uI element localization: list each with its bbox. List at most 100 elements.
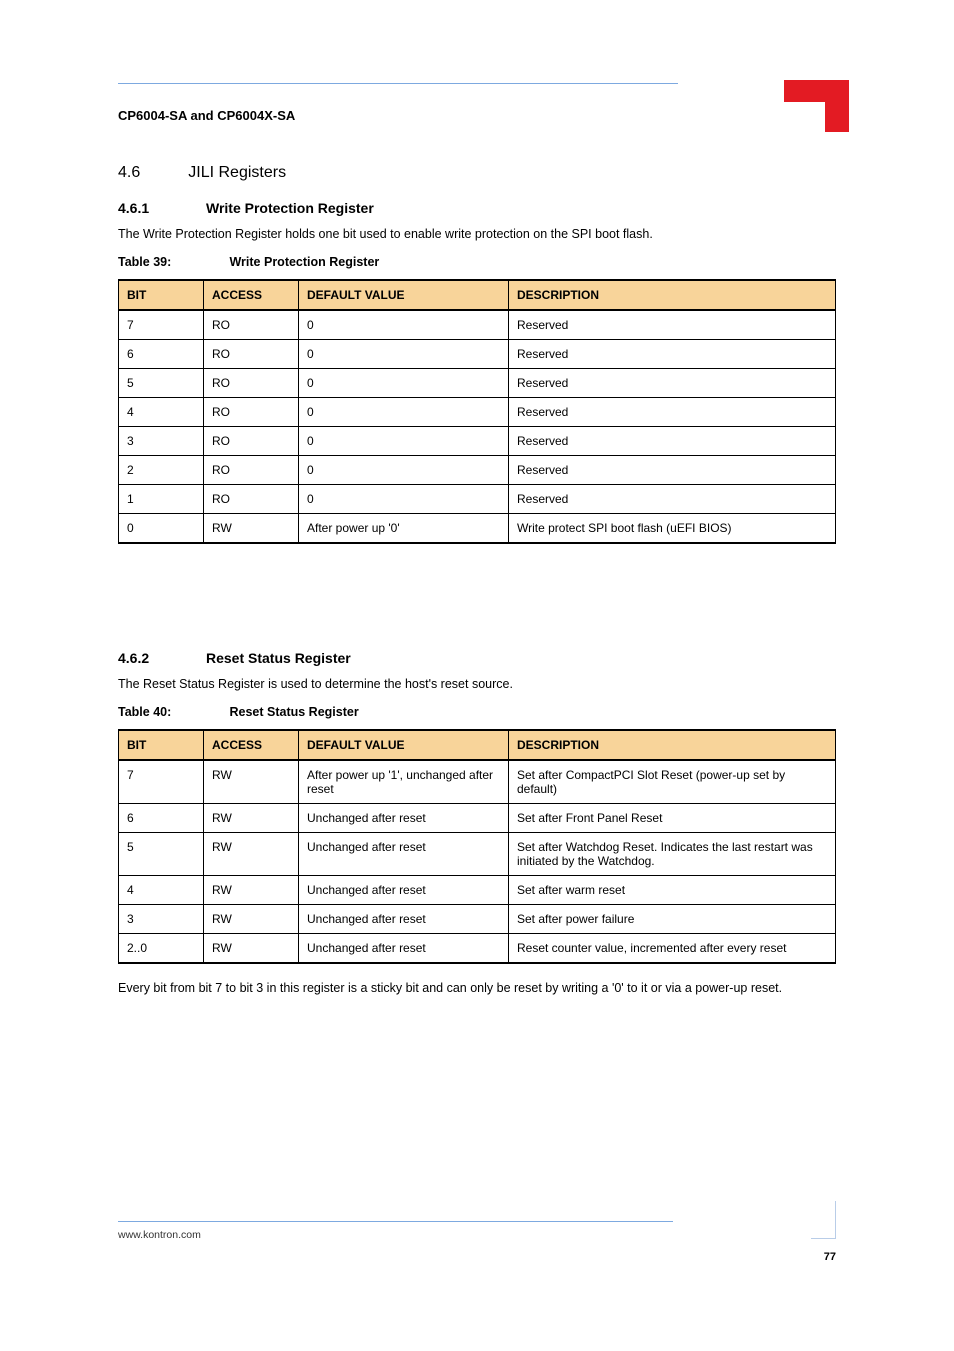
col-header-bit: BIT <box>119 280 204 310</box>
cell-def: Unchanged after reset <box>299 904 509 933</box>
cell-access: RW <box>204 904 299 933</box>
subsection-number: 4.6.2 <box>118 650 166 666</box>
subsection-title: Reset Status Register <box>206 650 351 666</box>
table-row: 3RO0Reserved <box>119 426 836 455</box>
col-header-description: DESCRIPTION <box>509 280 836 310</box>
footer-rule <box>118 1221 673 1222</box>
cell-desc: Reserved <box>509 455 836 484</box>
col-header-bit: BIT <box>119 730 204 760</box>
cell-bit: 2 <box>119 455 204 484</box>
table-caption-prefix: Table 39: <box>118 255 226 269</box>
cell-bit: 5 <box>119 368 204 397</box>
table-row: 0RWAfter power up '0'Write protect SPI b… <box>119 513 836 543</box>
page-number: 77 <box>824 1251 836 1263</box>
table-row: 4RWUnchanged after resetSet after warm r… <box>119 875 836 904</box>
table-row: 6RWUnchanged after resetSet after Front … <box>119 803 836 832</box>
cell-desc: Set after warm reset <box>509 875 836 904</box>
table-caption-title: Reset Status Register <box>229 705 358 719</box>
table-caption-prefix: Table 40: <box>118 705 226 719</box>
cell-desc: Set after power failure <box>509 904 836 933</box>
section-heading: 4.6 JILI Registers <box>118 164 836 182</box>
cell-desc: Reserved <box>509 339 836 368</box>
cell-bit: 7 <box>119 760 204 804</box>
cell-access: RO <box>204 310 299 340</box>
section-title: JILI Registers <box>188 164 286 182</box>
cell-bit: 6 <box>119 339 204 368</box>
subsection-heading: 4.6.2 Reset Status Register <box>118 650 836 666</box>
section-number: 4.6 <box>118 164 140 182</box>
running-head: CP6004-SA and CP6004X-SA <box>118 108 295 123</box>
cell-def: After power up '0' <box>299 513 509 543</box>
footer-left: www.kontron.com <box>118 1229 201 1241</box>
cell-def: 0 <box>299 426 509 455</box>
cell-bit: 4 <box>119 397 204 426</box>
cell-desc: Reserved <box>509 368 836 397</box>
table-row: 7RO0Reserved <box>119 310 836 340</box>
cell-bit: 0 <box>119 513 204 543</box>
cell-access: RW <box>204 803 299 832</box>
brand-bar-vertical <box>825 80 849 132</box>
subsection-note: Every bit from bit 7 to bit 3 in this re… <box>118 980 836 997</box>
table-row: 4RO0Reserved <box>119 397 836 426</box>
table-row: 1RO0Reserved <box>119 484 836 513</box>
table-caption-title: Write Protection Register <box>229 255 379 269</box>
cell-bit: 6 <box>119 803 204 832</box>
cell-desc: Reserved <box>509 484 836 513</box>
col-header-description: DESCRIPTION <box>509 730 836 760</box>
table-caption: Table 40: Reset Status Register <box>118 705 836 719</box>
table-header-row: BIT ACCESS DEFAULT VALUE DESCRIPTION <box>119 730 836 760</box>
cell-def: After power up '1', unchanged after rese… <box>299 760 509 804</box>
table-row: 2..0RWUnchanged after resetReset counter… <box>119 933 836 963</box>
subsection-number: 4.6.1 <box>118 200 166 216</box>
cell-access: RO <box>204 339 299 368</box>
cell-access: RW <box>204 933 299 963</box>
table-caption: Table 39: Write Protection Register <box>118 255 836 269</box>
cell-desc: Reserved <box>509 310 836 340</box>
cell-access: RW <box>204 832 299 875</box>
cell-access: RW <box>204 760 299 804</box>
col-header-default: DEFAULT VALUE <box>299 280 509 310</box>
cell-access: RO <box>204 397 299 426</box>
cell-def: Unchanged after reset <box>299 875 509 904</box>
cell-access: RW <box>204 513 299 543</box>
cell-access: RW <box>204 875 299 904</box>
header-rule <box>118 83 678 84</box>
subsection-title: Write Protection Register <box>206 200 374 216</box>
subsection-heading: 4.6.1 Write Protection Register <box>118 200 836 216</box>
cell-bit: 2..0 <box>119 933 204 963</box>
table-row: 7RWAfter power up '1', unchanged after r… <box>119 760 836 804</box>
cell-desc: Reserved <box>509 426 836 455</box>
cell-desc: Write protect SPI boot flash (uEFI BIOS) <box>509 513 836 543</box>
cell-desc: Set after Watchdog Reset. Indicates the … <box>509 832 836 875</box>
cell-desc: Reset counter value, incremented after e… <box>509 933 836 963</box>
footer: www.kontron.com <box>118 1229 836 1241</box>
cell-bit: 4 <box>119 875 204 904</box>
col-header-access: ACCESS <box>204 730 299 760</box>
cell-def: Unchanged after reset <box>299 832 509 875</box>
cell-def: 0 <box>299 339 509 368</box>
table-row: 2RO0Reserved <box>119 455 836 484</box>
cell-def: Unchanged after reset <box>299 933 509 963</box>
cell-bit: 3 <box>119 904 204 933</box>
cell-access: RO <box>204 426 299 455</box>
cell-def: 0 <box>299 455 509 484</box>
table-row: 6RO0Reserved <box>119 339 836 368</box>
col-header-default: DEFAULT VALUE <box>299 730 509 760</box>
cell-access: RO <box>204 368 299 397</box>
brand-mark <box>774 80 849 135</box>
cell-desc: Reserved <box>509 397 836 426</box>
cell-def: 0 <box>299 310 509 340</box>
cell-def: 0 <box>299 397 509 426</box>
subsection-paragraph: The Reset Status Register is used to det… <box>118 676 836 693</box>
table-row: 3RWUnchanged after resetSet after power … <box>119 904 836 933</box>
cell-bit: 1 <box>119 484 204 513</box>
cell-desc: Set after CompactPCI Slot Reset (power-u… <box>509 760 836 804</box>
reset-status-register-table: BIT ACCESS DEFAULT VALUE DESCRIPTION 7RW… <box>118 729 836 964</box>
subsection-paragraph: The Write Protection Register holds one … <box>118 226 836 243</box>
col-header-access: ACCESS <box>204 280 299 310</box>
write-protection-register-table: BIT ACCESS DEFAULT VALUE DESCRIPTION 7RO… <box>118 279 836 544</box>
cell-bit: 5 <box>119 832 204 875</box>
cell-bit: 7 <box>119 310 204 340</box>
cell-def: 0 <box>299 368 509 397</box>
cell-desc: Set after Front Panel Reset <box>509 803 836 832</box>
